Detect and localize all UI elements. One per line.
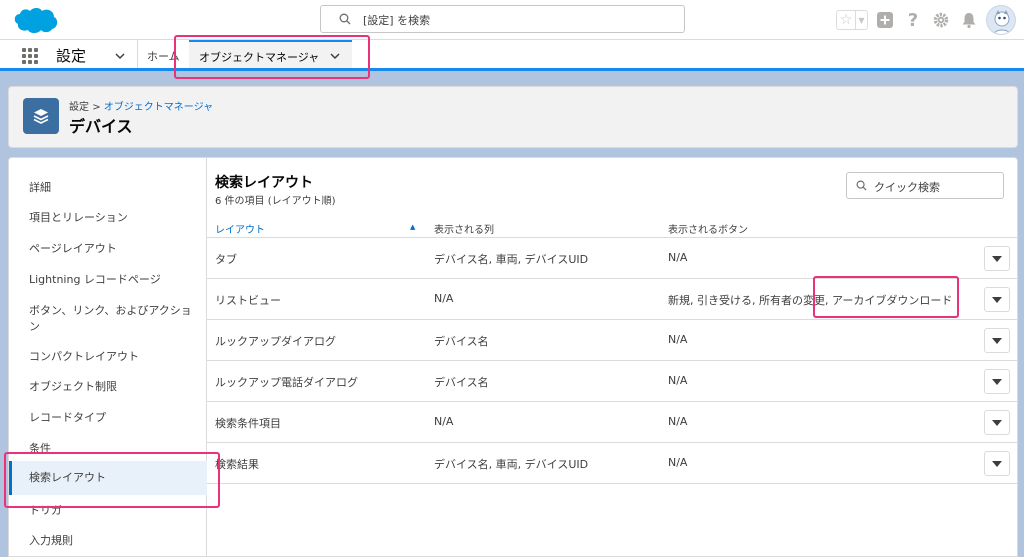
row-actions-chevron-down-icon[interactable] xyxy=(984,287,1010,312)
sidebar-item-buttons-links-actions[interactable]: ボタン、リンク、およびアクション xyxy=(9,303,199,335)
cell-columns: デバイス名 xyxy=(434,376,489,389)
favorites-group: ☆ ▼ xyxy=(836,10,868,30)
item-count: 6 件の項目 (レイアウト順) xyxy=(215,196,336,207)
sidebar-item-record-types[interactable]: レコードタイプ xyxy=(9,410,207,426)
column-header-layout[interactable]: レイアウト xyxy=(215,221,265,236)
cell-buttons: N/A xyxy=(668,456,688,469)
app-name: 設定 xyxy=(56,47,87,65)
sidebar-item-object-limits[interactable]: オブジェクト制限 xyxy=(9,379,207,395)
column-header-displayed-buttons[interactable]: 表示されるボタン xyxy=(668,221,748,236)
global-search-input[interactable]: [設定] を検索 xyxy=(320,5,685,33)
cell-columns: デバイス名 xyxy=(434,335,489,348)
sort-ascending-icon[interactable]: ▲ xyxy=(410,223,415,231)
cell-buttons: N/A xyxy=(668,374,688,387)
sidebar-item-conditions[interactable]: 条件 xyxy=(9,441,207,457)
favorite-star-icon[interactable]: ☆ xyxy=(837,11,855,29)
cell-buttons: 新規, 引き受ける, 所有者の変更, アーカイブダウンロード xyxy=(668,294,953,307)
cell-layout: ルックアップダイアログ xyxy=(215,335,336,348)
cell-layout: 検索結果 xyxy=(215,458,259,471)
table-header: レイアウト ▲ 表示される列 表示されるボタン xyxy=(207,218,1017,238)
global-actions-plus-icon[interactable] xyxy=(874,9,896,31)
cell-columns: N/A xyxy=(434,292,454,305)
breadcrumb-root: 設定 xyxy=(69,102,89,113)
tab-object-manager[interactable]: オブジェクトマネージャ xyxy=(189,40,352,68)
row-actions-chevron-down-icon[interactable] xyxy=(984,246,1010,271)
nav-divider xyxy=(137,40,138,68)
breadcrumb: 設定 > オブジェクトマネージャ xyxy=(69,98,213,113)
app-launcher-icon[interactable] xyxy=(22,48,38,64)
tab-object-manager-label: オブジェクトマネージャ xyxy=(199,51,320,64)
salesforce-logo[interactable] xyxy=(10,6,60,34)
cell-layout: タブ xyxy=(215,253,237,266)
layers-icon xyxy=(23,98,59,134)
cell-layout: リストビュー xyxy=(215,294,281,307)
sidebar-item-compact-layouts[interactable]: コンパクトレイアウト xyxy=(9,349,207,365)
row-actions-chevron-down-icon[interactable] xyxy=(984,451,1010,476)
global-header: [設定] を検索 ☆ ▼ ? xyxy=(0,0,1024,40)
cell-columns: デバイス名, 車両, デバイスUID xyxy=(434,253,589,266)
row-actions-chevron-down-icon[interactable] xyxy=(984,369,1010,394)
object-page-header: 設定 > オブジェクトマネージャ デバイス xyxy=(8,86,1018,148)
tab-home[interactable]: ホーム xyxy=(147,48,180,64)
cell-buttons: N/A xyxy=(668,415,688,428)
table-row: タブ デバイス名, 車両, デバイスUID N/A xyxy=(207,238,1017,279)
page-title: デバイス xyxy=(69,117,133,136)
sidebar-item-search-layouts[interactable]: 検索レイアウト xyxy=(9,461,207,495)
object-sidebar: 詳細 項目とリレーション ページレイアウト Lightning レコードページ … xyxy=(9,158,207,556)
user-avatar[interactable] xyxy=(986,5,1016,35)
table-row: リストビュー N/A 新規, 引き受ける, 所有者の変更, アーカイブダウンロー… xyxy=(207,279,1017,320)
sidebar-item-lightning-pages[interactable]: Lightning レコードページ xyxy=(9,272,207,288)
sidebar-item-triggers[interactable]: トリガ xyxy=(9,503,207,519)
sidebar-item-page-layouts[interactable]: ページレイアウト xyxy=(9,241,207,257)
help-icon[interactable]: ? xyxy=(902,9,924,31)
notification-bell-icon[interactable] xyxy=(958,9,980,31)
table-row: ルックアップ電話ダイアログ デバイス名 N/A xyxy=(207,361,1017,402)
cell-columns: N/A xyxy=(434,415,454,428)
favorites-list-icon[interactable]: ▼ xyxy=(855,11,867,29)
quick-search-placeholder: クイック検索 xyxy=(874,181,940,194)
breadcrumb-separator: > xyxy=(92,102,101,113)
breadcrumb-object-manager-link[interactable]: オブジェクトマネージャ xyxy=(104,102,213,113)
chevron-down-icon[interactable] xyxy=(329,51,341,61)
row-actions-chevron-down-icon[interactable] xyxy=(984,410,1010,435)
search-icon xyxy=(339,13,351,25)
gear-icon[interactable] xyxy=(930,9,952,31)
chevron-down-icon[interactable] xyxy=(114,50,126,62)
cell-layout: ルックアップ電話ダイアログ xyxy=(215,376,358,389)
header-utility-icons: ☆ ▼ ? xyxy=(836,5,1016,35)
column-header-displayed-columns[interactable]: 表示される列 xyxy=(434,221,494,236)
table-row: ルックアップダイアログ デバイス名 N/A xyxy=(207,320,1017,361)
row-actions-chevron-down-icon[interactable] xyxy=(984,328,1010,353)
cell-columns: デバイス名, 車両, デバイスUID xyxy=(434,458,589,471)
main-panel: 詳細 項目とリレーション ページレイアウト Lightning レコードページ … xyxy=(8,157,1018,557)
sidebar-item-details[interactable]: 詳細 xyxy=(9,180,207,196)
search-icon xyxy=(856,180,867,191)
search-placeholder: [設定] を検索 xyxy=(363,14,431,27)
navigation-bar: 設定 ホーム オブジェクトマネージャ xyxy=(0,40,1024,71)
cell-buttons: N/A xyxy=(668,251,688,264)
sidebar-item-fields[interactable]: 項目とリレーション xyxy=(9,210,207,226)
section-title: 検索レイアウト xyxy=(215,175,313,191)
quick-search-input[interactable]: クイック検索 xyxy=(846,172,1004,199)
sidebar-item-validation-rules[interactable]: 入力規則 xyxy=(9,533,207,549)
cell-layout: 検索条件項目 xyxy=(215,417,281,430)
search-layouts-table: レイアウト ▲ 表示される列 表示されるボタン タブ デバイス名, 車両, デバ… xyxy=(207,218,1017,484)
cell-buttons: N/A xyxy=(668,333,688,346)
table-row: 検索条件項目 N/A N/A xyxy=(207,402,1017,443)
search-layouts-content: 検索レイアウト 6 件の項目 (レイアウト順) クイック検索 レイアウト ▲ 表… xyxy=(207,158,1017,556)
table-row: 検索結果 デバイス名, 車両, デバイスUID N/A xyxy=(207,443,1017,484)
